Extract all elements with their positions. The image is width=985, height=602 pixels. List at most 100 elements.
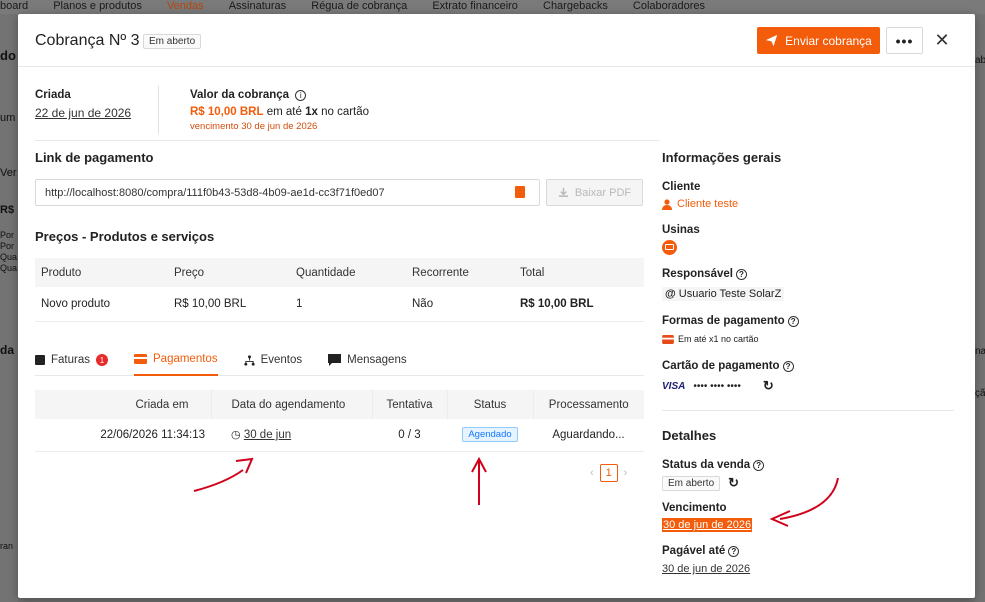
download-pdf-button[interactable]: Baixar PDF xyxy=(546,179,643,206)
sale-status-label: Status da venda? xyxy=(662,459,765,471)
column-header: Preço xyxy=(168,258,290,287)
help-icon[interactable]: ? xyxy=(787,316,799,327)
bg-text: Qua xyxy=(0,252,18,262)
column-header: Tentativa xyxy=(372,390,448,419)
help-icon[interactable]: ? xyxy=(782,361,794,372)
bg-nav-item[interactable]: Planos e produtos xyxy=(53,1,142,12)
status-badge: Em aberto xyxy=(143,34,202,49)
table-cell: 0 / 3 xyxy=(372,419,447,452)
due-date-value[interactable]: 30 de jun de 2026 xyxy=(662,518,753,532)
bg-nav-item[interactable]: Régua de cobrança xyxy=(311,1,407,12)
value-amount: R$ 10,00 BRL xyxy=(190,106,264,118)
invoice-icon xyxy=(35,355,45,365)
solar-plant-icon[interactable] xyxy=(662,240,677,255)
tab-label: Faturas xyxy=(51,354,90,366)
table-cell: ◷ 30 de jun xyxy=(211,419,372,452)
page-number[interactable]: 1 xyxy=(599,464,618,482)
help-icon[interactable]: ? xyxy=(728,546,740,557)
pagination: ‹ 1 › xyxy=(590,464,627,482)
due-label: Vencimento xyxy=(662,502,727,514)
bg-text: Por xyxy=(0,230,15,240)
tab-messages[interactable]: Mensagens xyxy=(328,344,407,376)
close-icon[interactable]: ✕ xyxy=(931,29,953,51)
send-icon xyxy=(765,34,778,47)
bg-text: ção xyxy=(975,388,985,399)
modal-title: Cobrança Nº 3 xyxy=(35,32,140,49)
bg-text: Ver xyxy=(0,167,17,179)
scheduled-date-link[interactable]: 30 de jun xyxy=(244,429,291,441)
refresh-icon[interactable]: ↻ xyxy=(728,475,739,491)
copy-icon[interactable] xyxy=(515,186,525,198)
bg-nav-item[interactable]: Assinaturas xyxy=(229,1,286,12)
prev-page-icon[interactable]: ‹ xyxy=(590,467,594,479)
value-label: Valor da cobrança xyxy=(190,89,290,101)
column-header: Quantidade xyxy=(290,258,406,287)
at-icon: @ xyxy=(665,288,676,300)
help-icon[interactable]: ? xyxy=(735,269,747,280)
bg-nav-item[interactable]: Extrato financeiro xyxy=(432,1,518,12)
tab-label: Eventos xyxy=(260,354,303,366)
value-mid: em até xyxy=(266,106,302,118)
column-header: Produto xyxy=(35,258,168,287)
client-link[interactable]: Cliente teste xyxy=(662,198,738,210)
client-label: Cliente xyxy=(662,181,701,193)
send-charge-button[interactable]: Enviar cobrança xyxy=(757,27,880,54)
payment-link-input[interactable]: http://localhost:8080/compra/111f0b43-53… xyxy=(35,179,540,206)
bg-text: Qua xyxy=(0,263,18,273)
tab-payments[interactable]: Pagamentos xyxy=(134,344,218,376)
value-method: no cartão xyxy=(321,106,370,118)
card-number: •••• •••• •••• xyxy=(693,380,741,392)
more-options-button[interactable]: ••• xyxy=(886,27,923,54)
message-icon xyxy=(328,354,342,366)
next-page-icon[interactable]: › xyxy=(624,467,628,479)
responsible-label: Responsável? xyxy=(662,268,747,280)
table-cell: 1 xyxy=(290,287,406,322)
bg-text: R$ xyxy=(0,204,15,216)
card-icon xyxy=(134,354,147,364)
table-cell: Novo produto xyxy=(35,287,168,322)
payable-until-value[interactable]: 30 de jun de 2026 xyxy=(662,563,750,575)
card-icon xyxy=(662,334,674,344)
bg-text: da xyxy=(0,343,15,357)
bg-nav-item[interactable]: board xyxy=(0,1,28,12)
created-date[interactable]: 22 de jun de 2026 xyxy=(35,106,131,120)
created-block: Criada 22 de jun de 2026 xyxy=(35,89,131,120)
client-value: Cliente teste xyxy=(677,198,739,210)
tab-invoices[interactable]: Faturas 1 xyxy=(35,344,108,376)
download-icon xyxy=(558,187,568,197)
column-header: Processamento xyxy=(533,390,644,419)
table-cell: Não xyxy=(406,287,514,322)
divider xyxy=(662,410,954,411)
responsible-value: @ Usuario Teste SolarZ xyxy=(662,287,785,301)
status-badge: Em aberto xyxy=(662,475,721,491)
refresh-icon[interactable]: ↻ xyxy=(763,378,774,394)
general-info-title: Informações gerais xyxy=(662,150,782,165)
tab-label: Pagamentos xyxy=(153,353,218,365)
bg-nav-item[interactable]: Vendas xyxy=(167,1,204,12)
bg-text: do xyxy=(0,48,16,63)
payable-until-label: Pagável até? xyxy=(662,545,740,557)
table-cell: R$ 10,00 BRL xyxy=(168,287,290,322)
column-header: Criada em xyxy=(35,390,212,419)
plants-label: Usinas xyxy=(662,224,700,236)
bg-text: na xyxy=(975,346,985,357)
payment-forms-value: Em até x1 no cartão xyxy=(662,334,759,344)
bg-text: um xyxy=(0,112,16,124)
sale-status-value: Em aberto ↻ xyxy=(662,475,739,491)
clock-icon: ◷ xyxy=(231,429,241,442)
user-icon xyxy=(662,198,672,210)
value-times: 1x xyxy=(305,106,318,118)
bg-nav-item[interactable]: Chargebacks xyxy=(543,1,608,12)
background-nav: board Planos e produtos Vendas Assinatur… xyxy=(0,0,985,14)
table-cell: Agendado xyxy=(447,419,533,452)
bg-nav-item[interactable]: Colaboradores xyxy=(633,1,705,12)
charge-modal: Cobrança Nº 3 Em aberto Enviar cobrança … xyxy=(18,14,975,598)
bg-text: ran xyxy=(0,541,14,551)
column-header: Recorrente xyxy=(406,258,514,287)
payment-card-value: VISA •••• •••• •••• ↻ xyxy=(662,378,774,394)
help-icon[interactable]: ? xyxy=(753,460,765,471)
bg-text: Por xyxy=(0,241,15,251)
payment-link-title: Link de pagamento xyxy=(35,150,154,165)
payments-table: Criada em Data do agendamento Tentativa … xyxy=(35,390,644,452)
tab-events[interactable]: Eventos xyxy=(243,344,303,376)
